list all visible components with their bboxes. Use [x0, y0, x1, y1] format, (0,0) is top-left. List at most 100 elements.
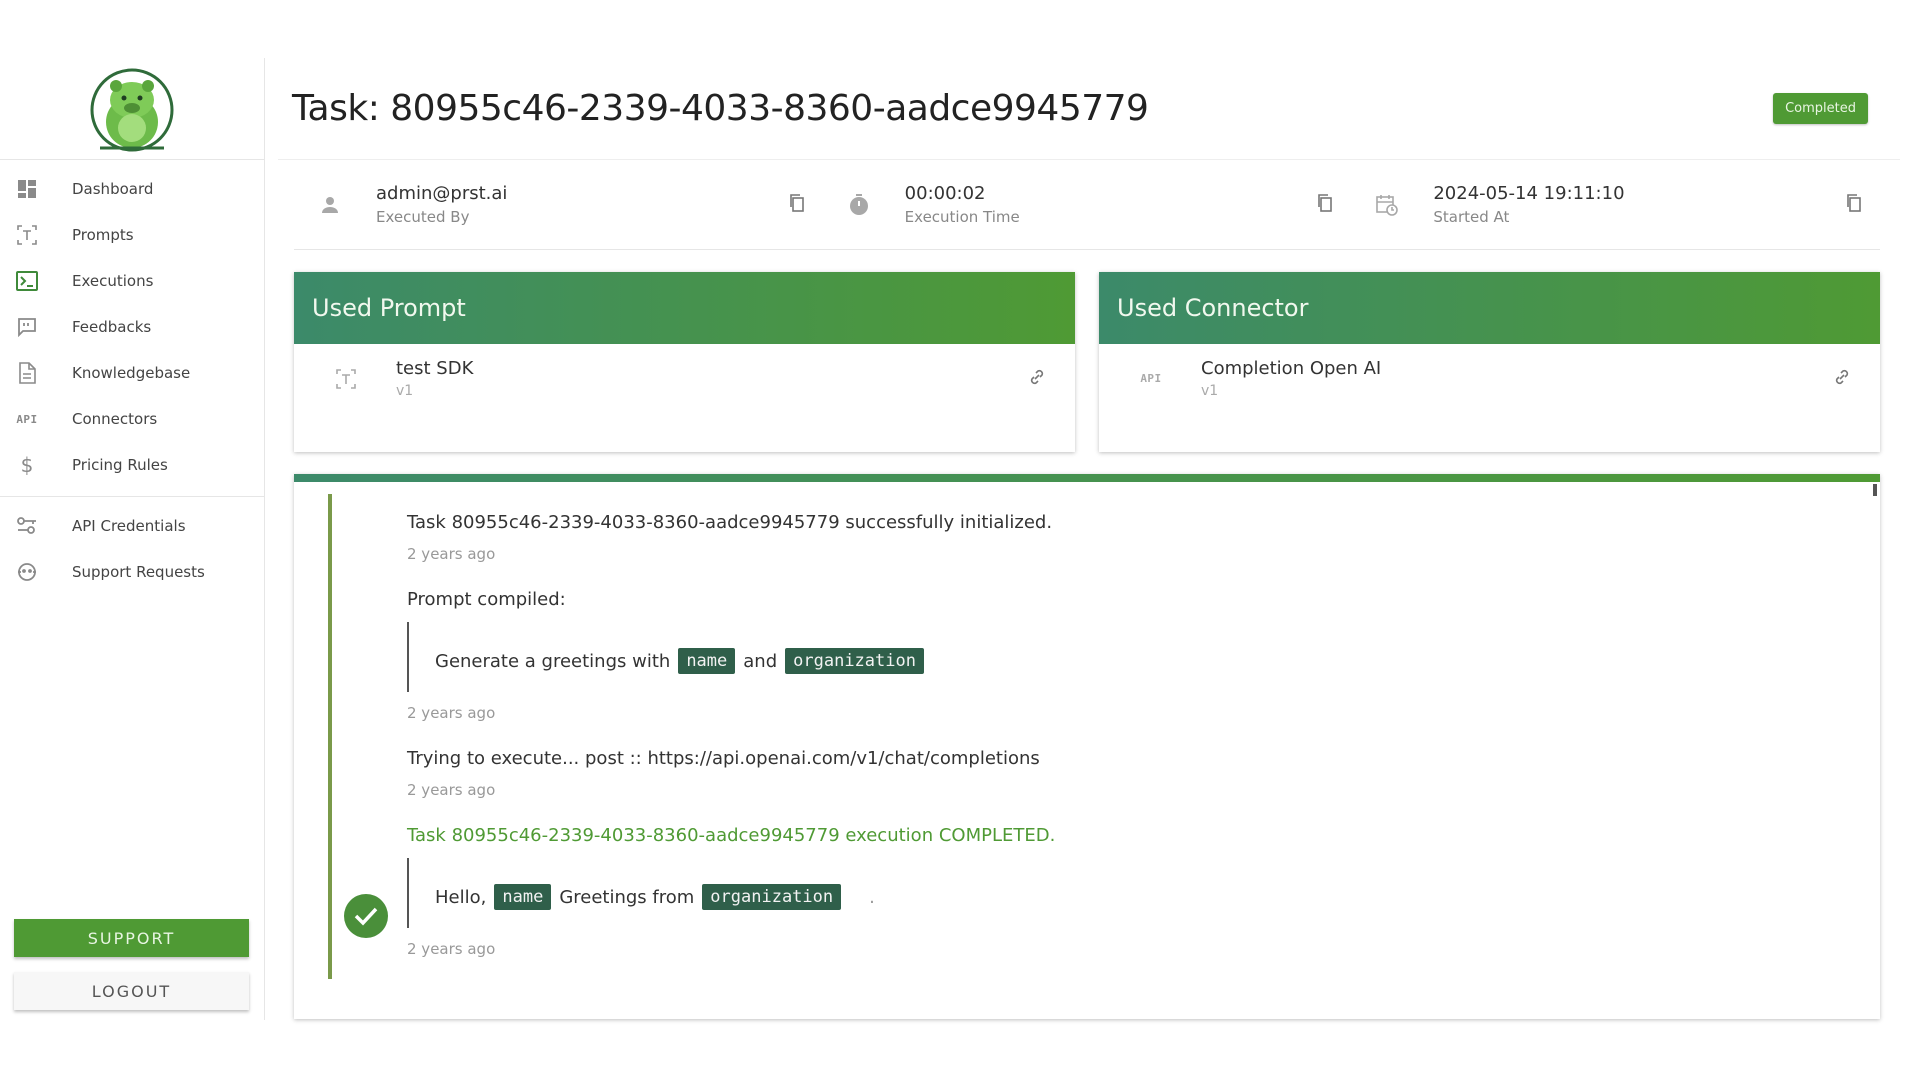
- task-info-row: admin@prst.ai Executed By 00:00:02 Execu…: [294, 160, 1880, 250]
- used-connector-card: Used Connector API Completion Open AI v1: [1099, 272, 1880, 452]
- sidebar-item-connectors[interactable]: API Connectors: [0, 396, 264, 442]
- stopwatch-icon: [847, 193, 871, 216]
- executed-by-text: admin@prst.ai Executed By: [376, 183, 789, 226]
- scrollbar-thumb[interactable]: [1873, 484, 1877, 496]
- variable-tag: organization: [702, 884, 842, 910]
- sidebar-item-prompts[interactable]: Prompts: [0, 212, 264, 258]
- entry-message: Task 80955c46-2339-4033-8360-aadce994577…: [407, 825, 1840, 846]
- connector-version: v1: [1201, 383, 1219, 399]
- timeline-entry-completed: Task 80955c46-2339-4033-8360-aadce994577…: [407, 825, 1840, 958]
- used-connector-text: Completion Open AI v1: [1201, 358, 1834, 399]
- copy-icon[interactable]: [789, 193, 805, 216]
- completed-message-suffix: .: [1049, 825, 1056, 846]
- terminal-icon: [16, 270, 38, 292]
- capybara-logo-icon[interactable]: [84, 66, 180, 152]
- sidebar-item-label: API Credentials: [72, 517, 186, 535]
- page-title: Task: 80955c46-2339-4033-8360-aadce99457…: [292, 88, 1149, 129]
- check-circle-icon: [344, 894, 388, 938]
- executed-by-cell: admin@prst.ai Executed By: [294, 160, 823, 249]
- executed-by-label: Executed By: [376, 208, 470, 226]
- execution-time-text: 00:00:02 Execution Time: [905, 183, 1318, 226]
- link-icon[interactable]: [1834, 369, 1850, 389]
- quote-text: Hello,: [435, 886, 487, 908]
- used-connector-body: API Completion Open AI v1: [1099, 344, 1880, 399]
- dashboard-icon: [16, 178, 38, 200]
- entry-time: 2 years ago: [407, 940, 496, 958]
- quote-text: and: [743, 650, 778, 672]
- document-icon: [16, 362, 38, 384]
- variable-tag: organization: [785, 648, 924, 674]
- entry-time: 2 years ago: [407, 704, 496, 722]
- started-at-cell: 2024-05-14 19:11:10 Started At: [1351, 160, 1880, 249]
- compiled-prompt-quote: Generate a greetings with name and organ…: [407, 622, 1840, 692]
- completed-message-prefix: Task 80955c46-2339-4033-8360-aadce994577…: [407, 825, 934, 846]
- api-icon: API: [16, 412, 38, 426]
- sidebar-item-label: Executions: [72, 272, 154, 290]
- entry-message: Task 80955c46-2339-4033-8360-aadce994577…: [407, 512, 1053, 533]
- timeline-entry: Prompt compiled: Generate a greetings wi…: [407, 589, 1840, 722]
- sidebar-item-label: Knowledgebase: [72, 364, 191, 382]
- sidebar-item-label: Connectors: [72, 410, 158, 428]
- prompt-version: v1: [396, 383, 414, 399]
- sidebar-item-executions[interactable]: Executions: [0, 258, 264, 304]
- nav-list: Dashboard Prompts Executions Feedbacks K…: [0, 160, 264, 488]
- copy-icon[interactable]: [1317, 193, 1333, 216]
- text-bracket-icon: [334, 368, 358, 390]
- entry-time: 2 years ago: [407, 781, 496, 799]
- entry-time: 2 years ago: [407, 545, 496, 563]
- quote-text: .: [869, 886, 875, 908]
- variable-tag: name: [494, 884, 552, 910]
- secondary-nav-list: API Credentials Support Requests: [0, 503, 264, 595]
- quote-text: Greetings from: [559, 886, 695, 908]
- support-face-icon: [16, 561, 38, 583]
- copy-icon[interactable]: [1846, 193, 1862, 216]
- sidebar-item-label: Dashboard: [72, 180, 154, 198]
- sidebar-item-api-credentials[interactable]: API Credentials: [0, 503, 264, 549]
- sidebar-item-dashboard[interactable]: Dashboard: [0, 166, 264, 212]
- feedback-icon: [16, 316, 38, 338]
- executed-by-value: admin@prst.ai: [376, 183, 508, 204]
- dollar-icon: $: [20, 453, 34, 477]
- api-icon: API: [1140, 372, 1162, 385]
- timeline-entry: Task 80955c46-2339-4033-8360-aadce994577…: [407, 512, 1840, 563]
- execution-timeline[interactable]: Task 80955c46-2339-4033-8360-aadce994577…: [294, 474, 1880, 1019]
- status-badge: Completed: [1773, 93, 1868, 124]
- nav-divider: [0, 496, 264, 497]
- used-connector-title: Used Connector: [1099, 272, 1880, 344]
- sidebar-item-label: Support Requests: [72, 563, 205, 581]
- execution-time-label: Execution Time: [904, 208, 1020, 226]
- entry-message: Prompt compiled:: [407, 589, 566, 610]
- link-icon[interactable]: [1029, 369, 1045, 389]
- started-at-value: 2024-05-14 19:11:10: [1433, 183, 1625, 204]
- timeline-line: [328, 494, 332, 979]
- sidebar-item-support-requests[interactable]: Support Requests: [0, 549, 264, 595]
- person-icon: [318, 195, 342, 215]
- used-prompt-card: Used Prompt test SDK v1: [294, 272, 1075, 452]
- used-cards: Used Prompt test SDK v1 Used Connector A…: [294, 272, 1880, 452]
- logo-area: [0, 58, 264, 160]
- response-quote: Hello, name Greetings from organization …: [407, 858, 1840, 928]
- execution-time-value: 00:00:02: [904, 183, 986, 204]
- started-at-text: 2024-05-14 19:11:10 Started At: [1433, 183, 1846, 226]
- calendar-clock-icon: [1375, 194, 1399, 216]
- completed-status: COMPLETED: [938, 825, 1050, 846]
- quote-text: Generate a greetings with: [435, 650, 671, 672]
- text-bracket-icon: [16, 224, 38, 246]
- started-at-label: Started At: [1433, 208, 1510, 226]
- execution-time-cell: 00:00:02 Execution Time: [823, 160, 1352, 249]
- used-prompt-title: Used Prompt: [294, 272, 1075, 344]
- sidebar-item-pricing-rules[interactable]: $ Pricing Rules: [0, 442, 264, 488]
- sidebar-item-feedbacks[interactable]: Feedbacks: [0, 304, 264, 350]
- support-button[interactable]: SUPPORT: [14, 919, 249, 957]
- main-content: Task: 80955c46-2339-4033-8360-aadce99457…: [278, 58, 1900, 1019]
- sidebar-item-label: Feedbacks: [72, 318, 152, 336]
- sidebar-item-knowledgebase[interactable]: Knowledgebase: [0, 350, 264, 396]
- variable-tag: name: [678, 648, 736, 674]
- sidebar-item-label: Prompts: [72, 226, 134, 244]
- key-settings-icon: [16, 515, 38, 537]
- logout-button[interactable]: LOGOUT: [14, 972, 249, 1010]
- page-header: Task: 80955c46-2339-4033-8360-aadce99457…: [278, 58, 1900, 160]
- entry-message: Trying to execute... post :: https://api…: [407, 748, 1040, 769]
- timeline-entries: Task 80955c46-2339-4033-8360-aadce994577…: [407, 512, 1840, 984]
- sidebar: Dashboard Prompts Executions Feedbacks K…: [0, 58, 265, 1020]
